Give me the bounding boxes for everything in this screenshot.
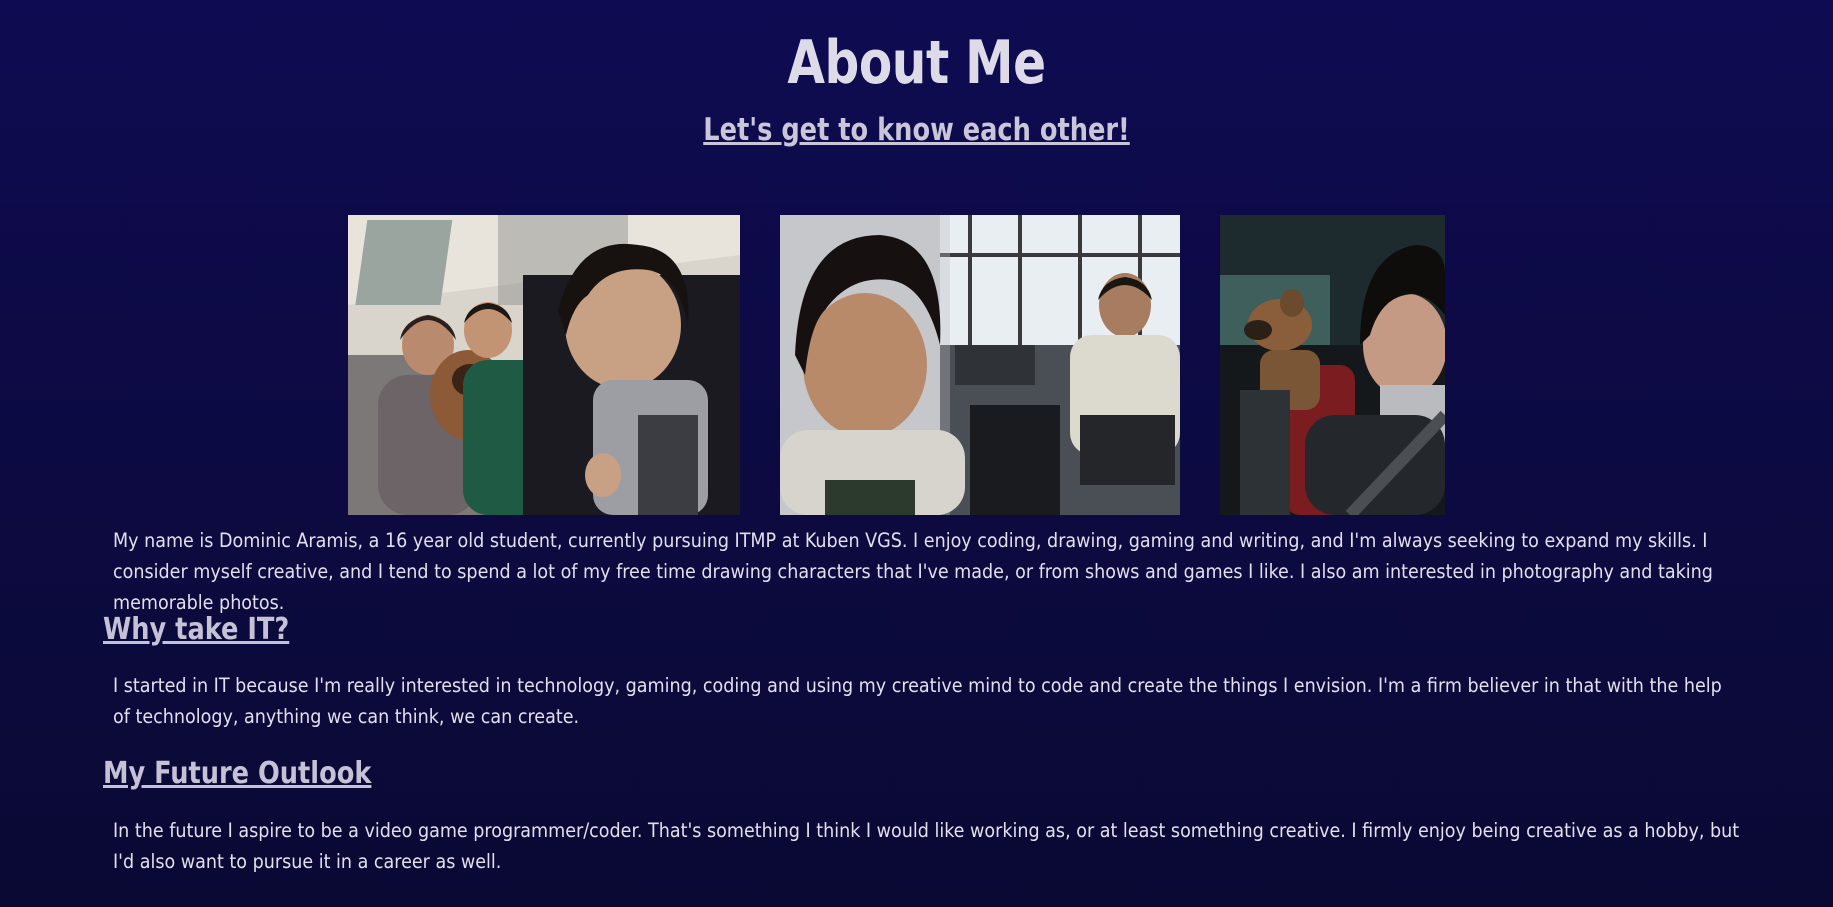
section-heading-why-take-it: Why take IT? [103,612,290,647]
photo-classroom-selfie [780,215,1180,515]
page-title: About Me [787,28,1046,98]
page-subtitle: Let's get to know each other! [703,112,1130,148]
photo-car-selfie-with-dog [1220,215,1445,515]
section-heading-future-outlook: My Future Outlook [103,756,372,791]
photo-family-selfie [348,215,740,515]
intro-paragraph: My name is Dominic Aramis, a 16 year old… [113,529,1713,614]
section-text-future-outlook: In the future I aspire to be a video gam… [113,819,1740,873]
section-text-why-take-it: I started in IT because I'm really inter… [113,674,1722,728]
